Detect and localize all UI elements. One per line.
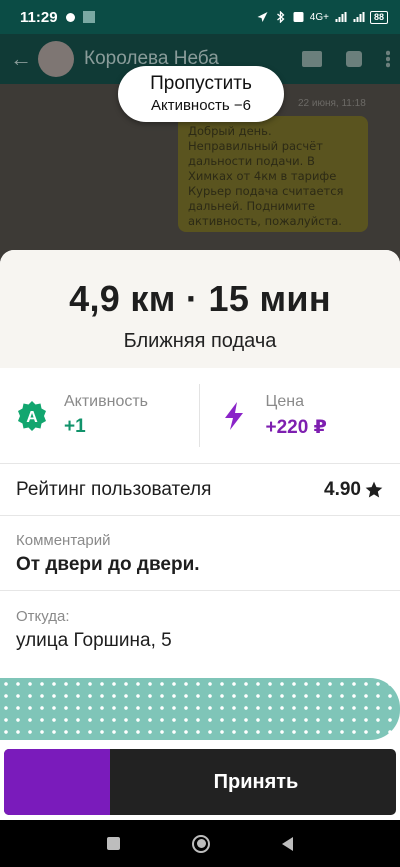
chat-message-bubble: Добрый день. Неправильный расчёт дальнос… — [178, 116, 368, 232]
volte-icon — [293, 12, 304, 22]
pickup-type: Ближняя подача — [123, 330, 277, 352]
more-options-icon[interactable] — [386, 50, 390, 68]
activity-label: Активность — [64, 393, 149, 410]
video-call-icon[interactable] — [302, 51, 322, 67]
avatar[interactable] — [38, 41, 74, 77]
price-value: +220 ₽ — [265, 416, 327, 438]
signal-2-icon — [353, 12, 365, 22]
network-type: 4G+ — [309, 11, 329, 23]
star-icon — [365, 481, 383, 497]
order-summary: 4,9 км · 15 мин Ближняя подача — [0, 250, 400, 368]
back-arrow-icon[interactable]: ← — [10, 46, 32, 72]
back-icon[interactable] — [282, 836, 293, 851]
distance-time: 4,9 км · 15 мин — [69, 278, 331, 319]
skip-activity-penalty: Активность −6 — [150, 97, 252, 114]
accept-button-label: Принять — [213, 770, 299, 793]
rating-label: Рейтинг пользователя — [16, 478, 212, 500]
price-label: Цена — [265, 392, 304, 410]
battery-icon: 88 — [369, 10, 388, 24]
rating-value: 4.90 — [324, 478, 361, 500]
home-icon[interactable] — [192, 834, 210, 853]
system-nav-bar — [0, 820, 400, 867]
bluetooth-icon — [276, 11, 285, 23]
activity-badge-icon: A — [18, 400, 46, 431]
price-metric: Цена +220 ₽ — [198, 384, 400, 447]
activity-value: +1 — [64, 416, 86, 437]
skip-button[interactable]: Пропустить Активность −6 — [118, 66, 284, 122]
signal-icon — [335, 12, 347, 22]
order-metrics: A Активность +1 Цена +220 ₽ — [0, 368, 400, 464]
skip-button-label: Пропустить — [150, 73, 252, 94]
status-bar: 11:29 4G+ 88 — [0, 0, 400, 34]
comment-value: От двери до двери. — [16, 554, 200, 575]
location-icon — [257, 12, 268, 22]
accept-button[interactable]: Принять — [4, 749, 396, 815]
status-time: 11:29 — [20, 8, 58, 26]
accept-progress-fill — [4, 749, 110, 815]
pickup-address-row: Откуда: улица Горшина, 5 — [0, 591, 400, 669]
app-notification-icon — [82, 11, 95, 23]
comment-label: Комментарий — [16, 532, 111, 549]
activity-metric: A Активность +1 — [0, 368, 199, 463]
redacted-destination-overlay — [0, 678, 400, 740]
user-rating-row: Рейтинг пользователя 4.90 — [0, 464, 400, 516]
phone-icon[interactable] — [346, 51, 362, 67]
activity-badge-letter: A — [26, 409, 38, 426]
from-label: Откуда: — [16, 608, 70, 625]
recent-apps-icon[interactable] — [107, 837, 120, 850]
comment-row: Комментарий От двери до двери. — [0, 516, 400, 591]
rating-value-group: 4.90 — [324, 479, 384, 501]
from-address: улица Горшина, 5 — [16, 630, 172, 651]
notification-dot-icon — [65, 12, 75, 22]
order-sheet: 4,9 км · 15 мин Ближняя подача A Активно… — [0, 250, 400, 820]
message-time: 22 июня, 11:18 — [298, 98, 366, 109]
lightning-icon — [224, 401, 243, 430]
